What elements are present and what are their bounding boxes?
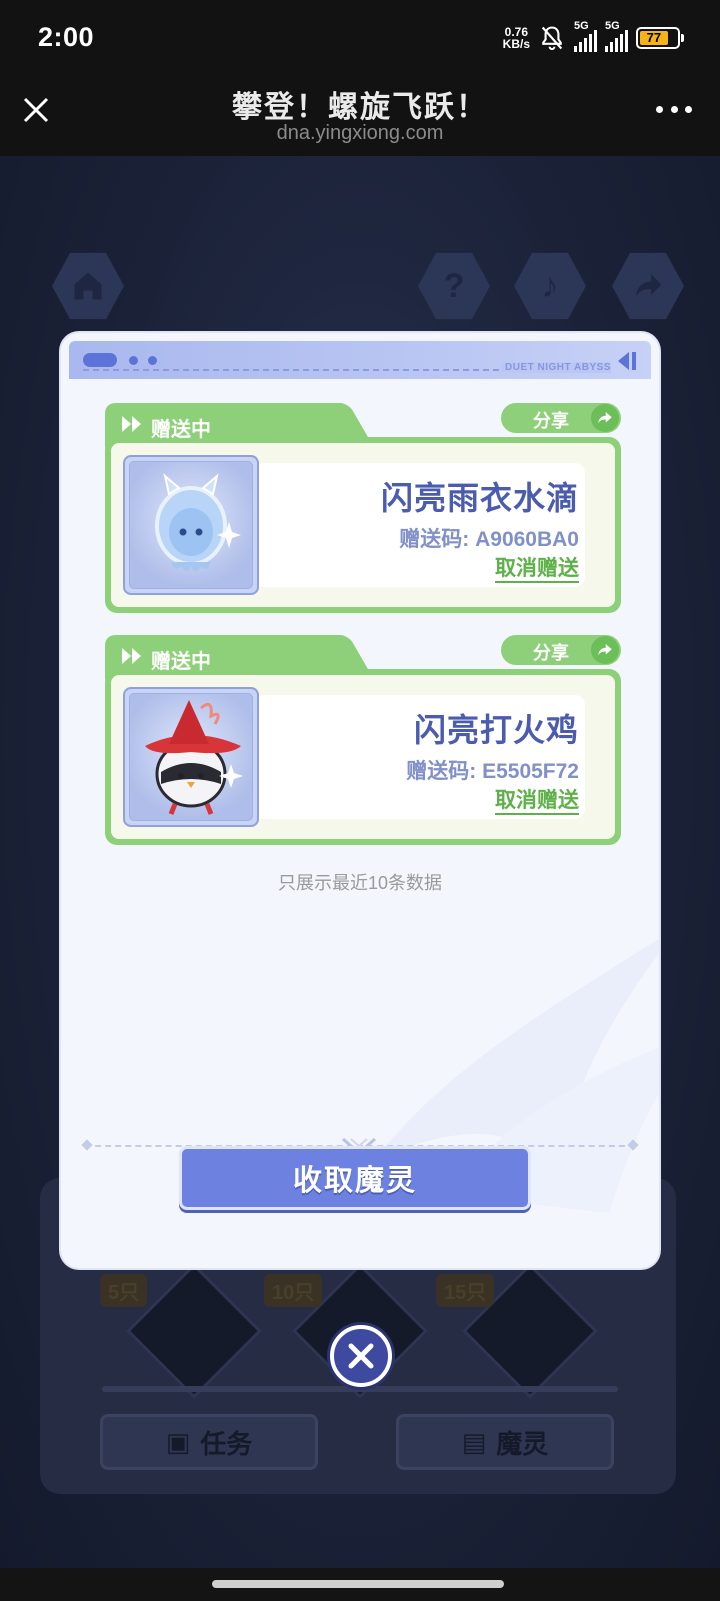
- task-button: ▣ 任务: [100, 1414, 318, 1470]
- battery-level: 77: [640, 31, 668, 45]
- gift-card-inner: 闪亮雨衣水滴 赠送码: A9060BA0 取消赠送: [111, 443, 615, 607]
- header-dot-icon: [129, 356, 138, 365]
- share-arrow-icon: [591, 636, 619, 664]
- fire-chicken-spirit-icon: [145, 700, 243, 815]
- more-menu-icon[interactable]: [656, 106, 692, 116]
- gift-card: 赠送中 分享: [105, 403, 621, 613]
- fast-forward-icon: [122, 648, 141, 664]
- gift-status-label: 赠送中: [151, 651, 211, 673]
- milestone-count: 5只: [100, 1274, 148, 1307]
- cancel-gift-link[interactable]: 取消赠送: [495, 557, 579, 583]
- help-icon: ?: [418, 252, 490, 320]
- gift-card-body: 闪亮打火鸡 赠送码: E5505F72 取消赠送: [105, 669, 621, 845]
- milestone-count: 15只: [436, 1274, 495, 1307]
- spirit-button: ▤ 魔灵: [396, 1414, 614, 1470]
- share-button[interactable]: 分享: [501, 635, 621, 665]
- gift-item-name: 闪亮打火鸡: [413, 712, 579, 748]
- close-icon: [348, 1343, 374, 1369]
- share-label: 分享: [533, 411, 569, 431]
- network-speed-unit: KB/s: [502, 37, 530, 51]
- status-icons: 0.76 KB/s 5G 5G 77: [503, 20, 684, 52]
- gift-card-inner: 闪亮打火鸡 赠送码: E5505F72 取消赠送: [111, 675, 615, 839]
- spirit-icon: ▤: [461, 1426, 487, 1457]
- header-pill-icon: [83, 353, 117, 367]
- brand-label: DUET NIGHT ABYSS: [501, 362, 611, 373]
- gift-card-body: 闪亮雨衣水滴 赠送码: A9060BA0 取消赠送: [105, 437, 621, 613]
- gift-status-label: 赠送中: [151, 419, 211, 441]
- home-icon: [52, 252, 124, 320]
- milestone-count: 10只: [264, 1274, 323, 1307]
- share-button[interactable]: 分享: [501, 403, 621, 433]
- gift-item-name: 闪亮雨衣水滴: [380, 480, 579, 516]
- collect-spirit-button[interactable]: 收取魔灵: [179, 1146, 531, 1210]
- gift-item-image: [123, 687, 259, 827]
- collapse-arrow-icon: [618, 352, 636, 370]
- signal-sim2-icon: 5G: [605, 20, 628, 52]
- page: 2:00 0.76 KB/s 5G 5G 77 攀登！螺旋飞跃！ dna.yin…: [0, 0, 720, 1601]
- home-indicator[interactable]: [212, 1580, 504, 1588]
- records-note: 只展示最近10条数据: [277, 873, 443, 893]
- share-game-icon: [612, 252, 684, 320]
- task-icon: ▣: [165, 1426, 191, 1457]
- divider-end-icon: [81, 1139, 93, 1151]
- signal-sim1-icon: 5G: [574, 20, 597, 52]
- battery-icon: 77: [636, 27, 684, 49]
- close-modal-button[interactable]: [330, 1325, 392, 1387]
- modal-header: DUET NIGHT ABYSS: [69, 341, 651, 379]
- gift-card: 赠送中 分享: [105, 635, 621, 845]
- gift-record-modal: DUET NIGHT ABYSS 赠送中 分享 闪亮雨衣水滴 赠送码: A906…: [61, 333, 659, 1268]
- gift-code: 赠送码: E5505F72: [406, 760, 579, 783]
- task-label: 任务: [200, 1428, 253, 1459]
- header-dot-icon: [148, 356, 157, 365]
- bell-muted-icon: [541, 26, 563, 51]
- status-bar: 2:00 0.76 KB/s 5G 5G 77: [0, 0, 720, 80]
- share-arrow-icon: [591, 404, 619, 432]
- raindrop-spirit-icon: [155, 473, 241, 571]
- spirit-label: 魔灵: [496, 1428, 549, 1459]
- cancel-gift-link[interactable]: 取消赠送: [495, 789, 579, 815]
- page-url: dna.yingxiong.com: [276, 122, 444, 144]
- browser-title-bar: 攀登！螺旋飞跃！ dna.yingxiong.com: [0, 80, 720, 156]
- network-speed: 0.76 KB/s: [503, 26, 530, 50]
- page-title: 攀登！螺旋飞跃！: [232, 91, 488, 124]
- share-label: 分享: [533, 643, 569, 663]
- music-icon: ♪: [514, 252, 586, 320]
- gift-item-image: [123, 455, 259, 595]
- gift-code: 赠送码: A9060BA0: [399, 528, 579, 551]
- status-time: 2:00: [38, 22, 95, 52]
- collect-spirit-label: 收取魔灵: [292, 1165, 417, 1197]
- fast-forward-icon: [122, 416, 141, 432]
